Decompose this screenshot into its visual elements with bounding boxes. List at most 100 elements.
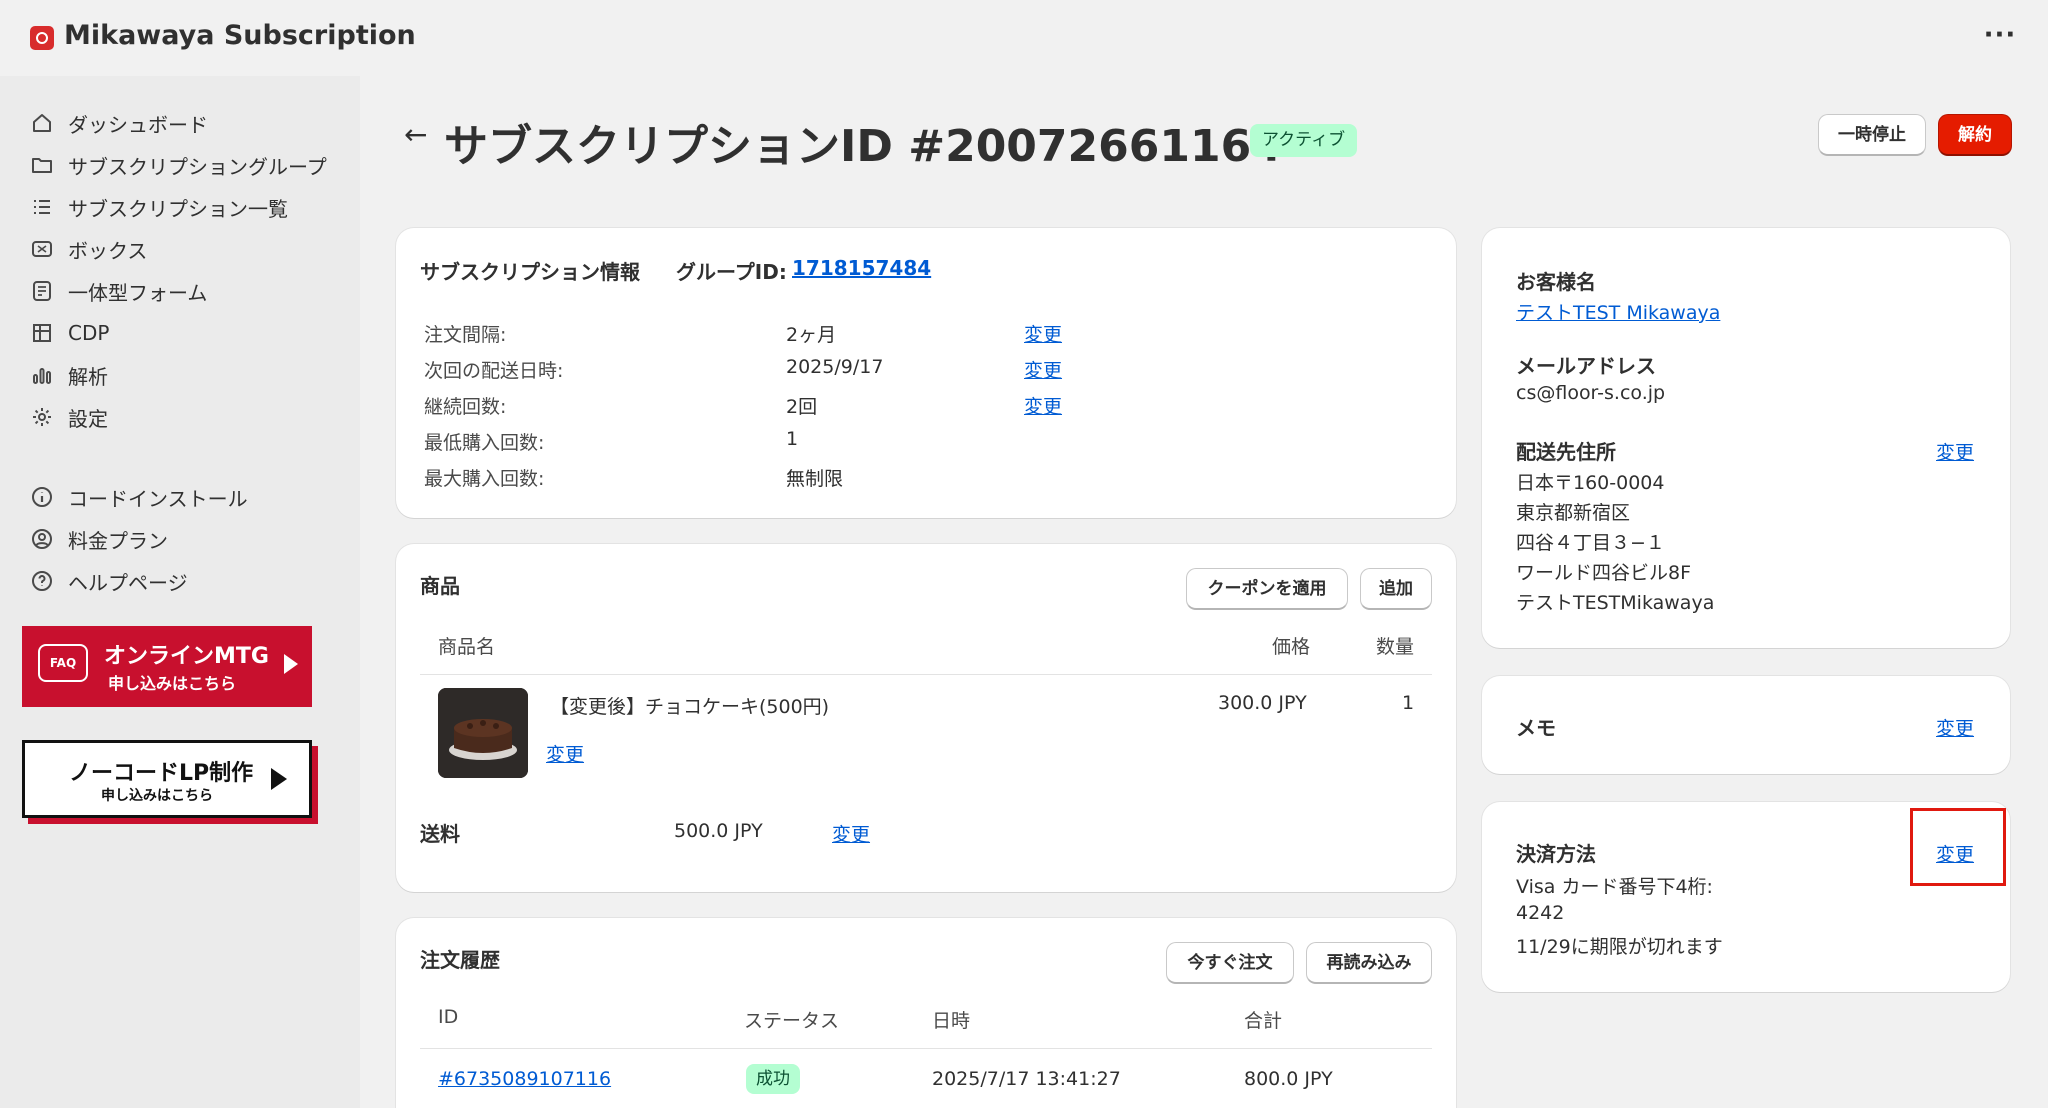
sidebar-item-label: 解析: [68, 364, 108, 389]
sidebar-item-label: 一体型フォーム: [68, 280, 208, 305]
order-date: 2025/7/17 13:41:27: [932, 1068, 1121, 1090]
banner-mtg-subtitle: 申し込みはこちら: [108, 674, 237, 693]
order-total: 800.0 JPY: [1244, 1068, 1333, 1090]
info-label: 最低購入回数:: [424, 432, 545, 454]
sidebar-item-label: ダッシュボード: [68, 112, 208, 137]
address-label: 配送先住所: [1516, 440, 1616, 464]
divider: [420, 674, 1432, 675]
sidebar-item-help[interactable]: ヘルプページ: [30, 564, 188, 598]
play-arrow-icon: [284, 654, 298, 674]
info-value: 無制限: [786, 468, 844, 490]
product-price: 300.0 JPY: [1218, 692, 1307, 714]
info-label: 最大購入回数:: [424, 468, 545, 490]
payment-title: 決済方法: [1516, 842, 1596, 866]
change-shipping-link[interactable]: 変更: [832, 820, 870, 847]
memo-title: メモ: [1516, 716, 1556, 740]
order-history-title: 注文履歴: [420, 948, 500, 972]
column-header-quantity: 数量: [1376, 636, 1415, 658]
sidebar-item-cdp[interactable]: CDP: [30, 316, 109, 350]
column-header-total: 合計: [1244, 1010, 1283, 1032]
sidebar-item-pricing[interactable]: 料金プラン: [30, 522, 168, 556]
column-header-price: 価格: [1272, 636, 1311, 658]
info-label: 次回の配送日時:: [424, 360, 564, 382]
cancel-subscription-button[interactable]: 解約: [1938, 114, 2012, 156]
change-renewal-count-link[interactable]: 変更: [1024, 392, 1062, 419]
sidebar: ダッシュボード サブスクリプショングループ サブスクリプション一覧 ボックス 一…: [0, 76, 360, 1108]
change-interval-link[interactable]: 変更: [1024, 320, 1062, 347]
gear-icon: [33, 408, 51, 426]
products-title: 商品: [420, 574, 460, 598]
sidebar-item-label: CDP: [68, 321, 110, 345]
sidebar-item-subscription-list[interactable]: サブスクリプション一覧: [30, 190, 288, 224]
sidebar-item-label: 料金プラン: [68, 528, 168, 553]
customer-name-label: お客様名: [1516, 270, 1596, 294]
sidebar-item-label: ボックス: [68, 238, 148, 263]
product-name: 【変更後】チョコケーキ(500円): [550, 696, 830, 718]
sidebar-item-label: サブスクリプション一覧: [68, 196, 288, 221]
banner-lp-subtitle: 申し込みはこちら: [101, 788, 213, 804]
info-value: 2ヶ月: [786, 324, 837, 346]
more-options-button[interactable]: ···: [1980, 22, 2020, 54]
sidebar-item-label: コードインストール: [68, 486, 248, 511]
address-line: 四谷４丁目３−１: [1516, 532, 1665, 554]
reload-button[interactable]: 再読み込み: [1306, 942, 1432, 984]
order-id-link[interactable]: #6735089107116: [438, 1068, 611, 1090]
sidebar-item-settings[interactable]: 設定: [30, 400, 108, 434]
folder-icon: [32, 158, 52, 173]
address-line: 日本〒160-0004: [1516, 472, 1665, 494]
email-label: メールアドレス: [1516, 354, 1656, 378]
sidebar-item-subscription-groups[interactable]: サブスクリプショングループ: [30, 148, 327, 182]
pause-button[interactable]: 一時停止: [1818, 114, 1926, 156]
payment-card-expiry: 11/29に期限が切れます: [1516, 936, 1723, 958]
nocode-lp-banner[interactable]: ノーコードLP制作 申し込みはこちら: [22, 740, 312, 818]
group-id-link[interactable]: 1718157484: [792, 256, 931, 280]
sidebar-item-code-install[interactable]: コードインストール: [30, 480, 248, 514]
back-arrow-icon[interactable]: ←: [404, 118, 427, 151]
banner-lp-title: ノーコードLP制作: [69, 761, 254, 786]
sidebar-item-form[interactable]: 一体型フォーム: [30, 274, 207, 308]
status-badge: アクティブ: [1250, 124, 1358, 157]
page-title: サブスクリプションID #20072661164: [444, 121, 1282, 172]
list-icon: [34, 200, 50, 214]
order-status-badge: 成功: [746, 1064, 800, 1094]
sidebar-item-label: ヘルプページ: [68, 570, 188, 595]
divider: [420, 1048, 1432, 1049]
info-label: 注文間隔:: [424, 324, 507, 346]
address-line: 東京都新宿区: [1516, 502, 1631, 524]
banner-mtg-title: オンラインMTG: [104, 644, 269, 669]
add-product-button[interactable]: 追加: [1360, 568, 1432, 610]
online-mtg-banner[interactable]: FAQ オンラインMTG 申し込みはこちら: [22, 626, 312, 707]
sidebar-item-label: サブスクリプショングループ: [68, 154, 327, 179]
shipping-label: 送料: [420, 822, 460, 846]
column-header-id: ID: [438, 1006, 459, 1028]
help-icon: [32, 571, 52, 591]
customer-email: cs@floor-s.co.jp: [1516, 382, 1666, 404]
product-quantity: 1: [1402, 692, 1415, 714]
change-product-link[interactable]: 変更: [546, 740, 584, 767]
sidebar-item-label: 設定: [68, 406, 108, 431]
info-value: 2回: [786, 396, 818, 418]
highlight-annotation: [1910, 808, 2006, 886]
group-id-label: グループID:: [676, 260, 787, 284]
top-bar: Mikawaya Subscription ···: [0, 0, 2048, 76]
sidebar-item-box[interactable]: ボックス: [30, 232, 147, 266]
payment-card-last4: 4242: [1516, 902, 1565, 924]
home-icon: [33, 114, 51, 132]
app-title: Mikawaya Subscription: [64, 20, 416, 51]
apply-coupon-button[interactable]: クーポンを適用: [1186, 568, 1348, 610]
change-address-link[interactable]: 変更: [1936, 438, 1974, 465]
shipping-value: 500.0 JPY: [674, 820, 763, 842]
info-label: 継続回数:: [424, 396, 507, 418]
grid-icon: [33, 324, 51, 342]
address-line: ワールド四谷ビル8F: [1516, 562, 1692, 584]
chart-icon: [33, 368, 51, 384]
customer-name-link[interactable]: テストTEST Mikawaya: [1516, 298, 1720, 325]
sidebar-item-analytics[interactable]: 解析: [30, 358, 108, 392]
sidebar-item-dashboard[interactable]: ダッシュボード: [30, 106, 208, 140]
change-memo-link[interactable]: 変更: [1936, 714, 1974, 741]
change-next-delivery-link[interactable]: 変更: [1024, 356, 1062, 383]
info-value: 1: [786, 428, 799, 450]
order-now-button[interactable]: 今すぐ注文: [1166, 942, 1294, 984]
play-arrow-icon: [271, 768, 287, 790]
box-icon: [32, 241, 52, 257]
